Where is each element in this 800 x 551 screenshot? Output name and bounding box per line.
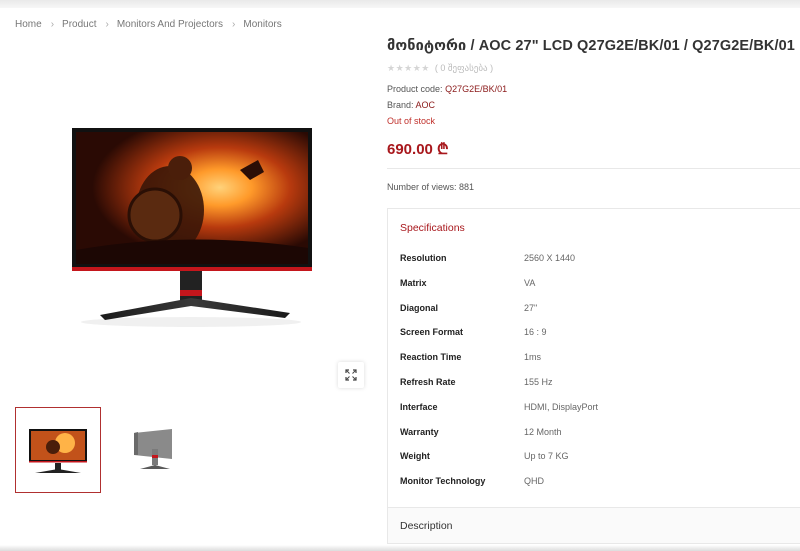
breadcrumb-monitors[interactable]: Monitors bbox=[243, 19, 281, 30]
spec-row: Monitor Technology QHD bbox=[400, 476, 544, 486]
spec-row: Resolution 2560 X 1440 bbox=[400, 253, 575, 263]
product-code-label: Product code: bbox=[387, 84, 443, 94]
description-title[interactable]: Description bbox=[400, 520, 453, 532]
brand-label: Brand: bbox=[387, 100, 414, 110]
description-panel[interactable]: Description bbox=[387, 508, 800, 544]
spec-row: Matrix VA bbox=[400, 278, 535, 288]
star-icon: ★★★★★ bbox=[387, 63, 430, 73]
product-code: Product code: Q27G2E/BK/01 bbox=[387, 84, 507, 94]
spec-value: VA bbox=[524, 278, 536, 288]
views-label: Number of views: bbox=[387, 182, 457, 192]
spec-row: Weight Up to 7 KG bbox=[400, 451, 569, 461]
spec-value: HDMI, DisplayPort bbox=[524, 402, 599, 412]
zoom-button[interactable] bbox=[338, 362, 364, 388]
spec-row: Interface HDMI, DisplayPort bbox=[400, 402, 598, 412]
rating-count[interactable]: ( 0 შეფასება ) bbox=[435, 63, 493, 74]
spec-name: Warranty bbox=[400, 427, 439, 437]
thumbnail-front[interactable] bbox=[15, 407, 101, 493]
spec-value: 2560 X 1440 bbox=[524, 253, 576, 263]
spec-value: Up to 7 KG bbox=[524, 451, 569, 461]
product-price: 690.00 ₾ bbox=[387, 141, 449, 158]
spec-name: Weight bbox=[400, 451, 430, 461]
spec-name: Diagonal bbox=[400, 303, 439, 313]
spec-name: Matrix bbox=[400, 278, 427, 288]
spec-value: 12 Month bbox=[524, 427, 562, 437]
brand-link[interactable]: AOC bbox=[416, 100, 436, 110]
chevron-right-icon: › bbox=[50, 19, 55, 30]
stock-status: Out of stock bbox=[387, 116, 436, 126]
spec-value: 1ms bbox=[524, 352, 542, 362]
chevron-right-icon: › bbox=[232, 19, 236, 30]
top-strip bbox=[0, 0, 800, 8]
spec-name: Refresh Rate bbox=[400, 377, 456, 387]
breadcrumb-home[interactable]: Home bbox=[15, 19, 42, 30]
views-value: 881 bbox=[459, 182, 475, 192]
spec-name: Interface bbox=[400, 402, 438, 412]
breadcrumb: Home › Product › Monitors And Projectors… bbox=[15, 19, 282, 30]
spec-value: 155 Hz bbox=[524, 377, 553, 387]
spec-value: 16 : 9 bbox=[524, 327, 547, 337]
spec-value: 27" bbox=[524, 303, 538, 313]
product-title: მონიტორი / AOC 27" LCD Q27G2E/BK/01 / Q2… bbox=[387, 38, 795, 54]
rating: ★★★★★ ( 0 შეფასება ) bbox=[387, 63, 493, 74]
spec-value: QHD bbox=[524, 476, 544, 486]
divider bbox=[387, 168, 800, 169]
thumbnail-image bbox=[29, 429, 87, 473]
spec-row: Reaction Time 1ms bbox=[400, 352, 541, 362]
spec-name: Resolution bbox=[400, 253, 447, 263]
product-main-image[interactable] bbox=[60, 110, 330, 340]
chevron-right-icon: › bbox=[105, 19, 109, 30]
bottom-strip bbox=[0, 545, 800, 551]
spec-row: Refresh Rate 155 Hz bbox=[400, 377, 553, 387]
spec-row: Warranty 12 Month bbox=[400, 427, 562, 437]
spec-row: Diagonal 27" bbox=[400, 303, 537, 313]
specifications-panel: Specifications Resolution 2560 X 1440 Ma… bbox=[387, 208, 800, 508]
specifications-title[interactable]: Specifications bbox=[400, 222, 465, 234]
breadcrumb-monitors-and-projectors[interactable]: Monitors And Projectors bbox=[117, 19, 223, 30]
thumbnail-image bbox=[134, 429, 172, 469]
monitor-image bbox=[72, 128, 312, 327]
spec-name: Screen Format bbox=[400, 327, 464, 337]
expand-icon bbox=[345, 369, 357, 381]
breadcrumb-product[interactable]: Product bbox=[62, 19, 96, 30]
spec-name: Reaction Time bbox=[400, 352, 462, 362]
thumbnail-back[interactable] bbox=[110, 407, 196, 493]
product-code-value: Q27G2E/BK/01 bbox=[445, 84, 508, 94]
spec-name: Monitor Technology bbox=[400, 476, 486, 486]
product-brand: Brand: AOC bbox=[387, 100, 435, 110]
views-count: Number of views: 881 bbox=[387, 182, 474, 192]
spec-row: Screen Format 16 : 9 bbox=[400, 327, 547, 337]
